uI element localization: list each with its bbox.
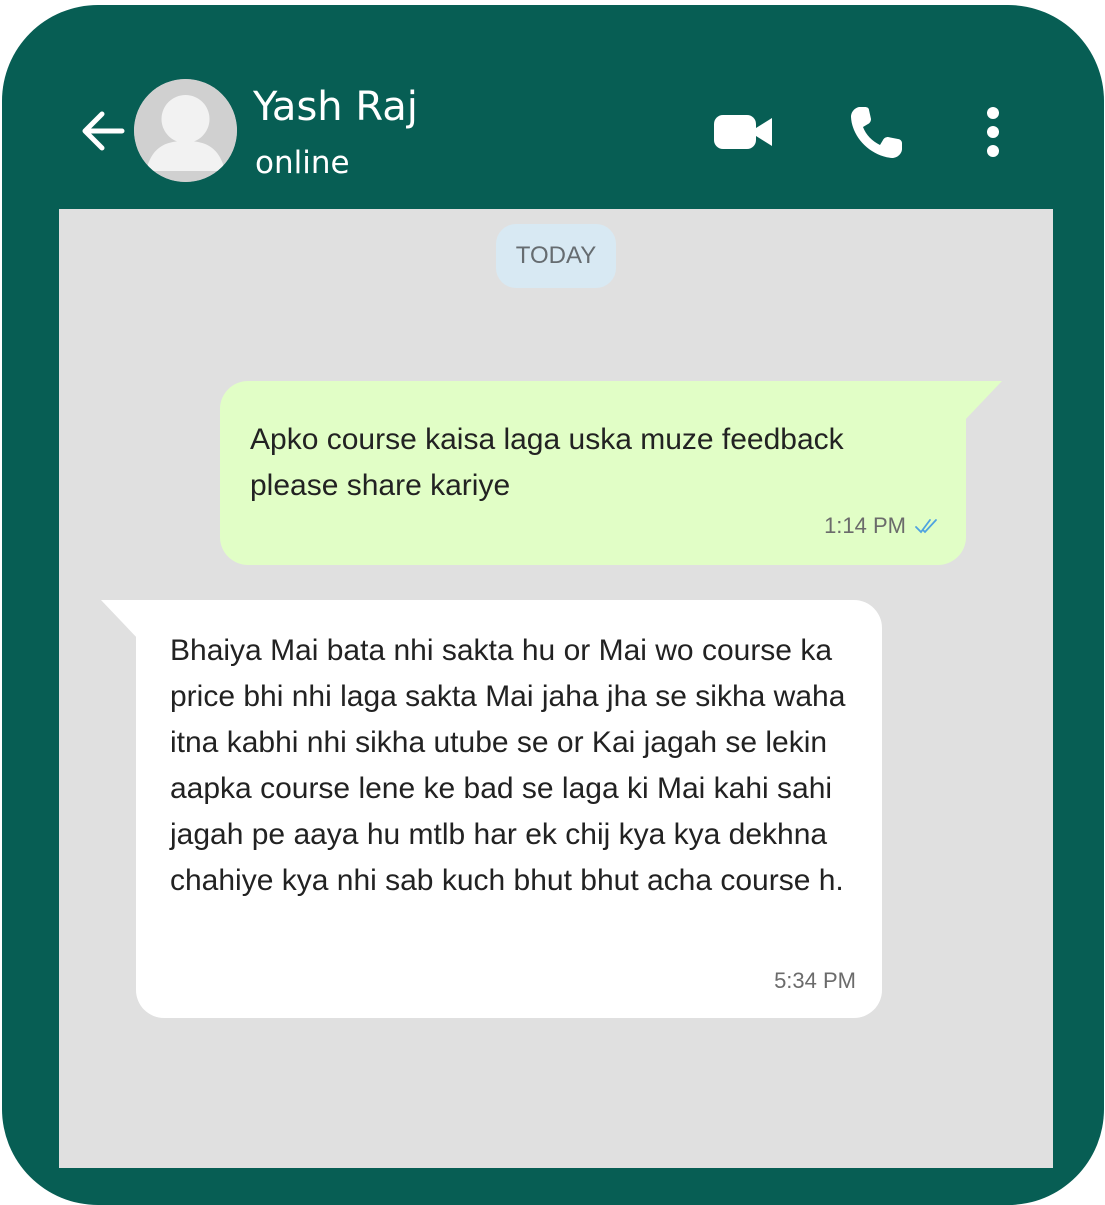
- avatar[interactable]: [134, 79, 237, 182]
- more-options-icon[interactable]: [978, 106, 1008, 158]
- default-avatar-icon: [134, 79, 237, 182]
- incoming-bubble-tail: [101, 600, 139, 640]
- double-check-icon: [915, 519, 937, 534]
- incoming-message[interactable]: Bhaiya Mai bata nhi sakta hu or Mai wo c…: [136, 600, 882, 1018]
- outgoing-bubble-tail: [964, 381, 1002, 421]
- chat-header: Yash Raj online: [0, 0, 1105, 205]
- message-text: Bhaiya Mai bata nhi sakta hu or Mai wo c…: [170, 634, 846, 897]
- message-time: 5:34 PM: [774, 968, 856, 993]
- chat-area[interactable]: TODAY Apko course kaisa laga uska muze f…: [59, 209, 1053, 1168]
- video-call-icon[interactable]: [712, 110, 776, 154]
- message-meta: 5:34 PM: [774, 958, 856, 1004]
- message-text: Apko course kaisa laga uska muze feedbac…: [250, 423, 844, 502]
- outgoing-message[interactable]: Apko course kaisa laga uska muze feedbac…: [220, 381, 966, 565]
- contact-status: online: [255, 145, 350, 181]
- phone-call-icon[interactable]: [846, 103, 906, 163]
- contact-name[interactable]: Yash Raj: [253, 84, 418, 130]
- back-arrow-icon[interactable]: [78, 106, 128, 156]
- date-chip: TODAY: [496, 224, 616, 288]
- message-meta: 1:14 PM: [824, 503, 940, 549]
- message-time: 1:14 PM: [824, 513, 906, 538]
